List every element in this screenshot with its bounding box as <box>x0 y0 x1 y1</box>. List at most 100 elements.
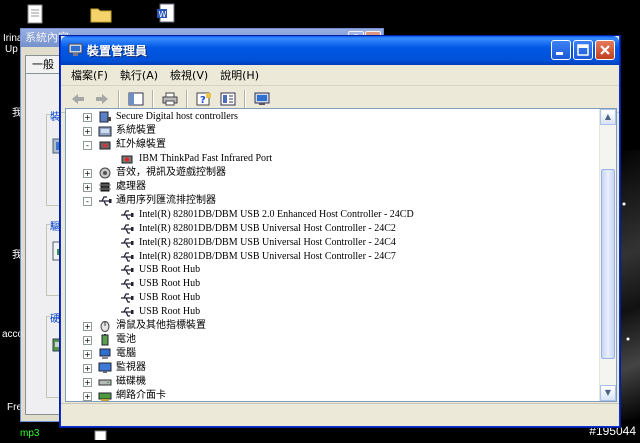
usb-device-icon <box>120 292 134 304</box>
window-title: 裝置管理員 <box>87 44 148 58</box>
device-item[interactable]: USB Root Hub <box>66 277 596 291</box>
infrared-icon <box>98 139 112 151</box>
device-label: 滑鼠及其他指標裝置 <box>116 320 206 332</box>
collapse-icon[interactable]: - <box>83 196 92 206</box>
device-label: Intel(R) 82801DB/DBM USB Universal Host … <box>139 222 396 234</box>
collapse-icon[interactable]: - <box>83 140 92 150</box>
device-label: USB Root Hub <box>139 278 201 290</box>
view-details-button[interactable] <box>217 89 239 109</box>
expand-icon[interactable]: + <box>83 168 92 178</box>
word-document-icon[interactable]: W <box>156 3 178 23</box>
device-category[interactable]: + 滑鼠及其他指標裝置 <box>66 319 596 333</box>
disk-drive-icon <box>98 376 112 388</box>
device-label: Secure Digital host controllers <box>116 111 238 122</box>
usb-icon <box>98 195 112 207</box>
sd-card-icon <box>98 111 112 123</box>
expand-icon[interactable]: + <box>83 350 92 360</box>
device-category[interactable]: - 紅外線裝置 <box>66 138 596 152</box>
menu-action[interactable]: 執行(A) <box>114 67 164 83</box>
scroll-up-button[interactable]: ▲ <box>600 109 616 125</box>
expand-icon[interactable]: + <box>83 364 92 374</box>
device-label: USB Root Hub <box>139 306 201 318</box>
device-label: Intel(R) 82801DB/DBM USB Universal Host … <box>139 250 396 262</box>
close-button[interactable] <box>595 40 615 60</box>
print-button[interactable] <box>159 89 181 109</box>
device-category[interactable]: + 電腦 <box>66 347 596 361</box>
file-icon[interactable] <box>94 430 116 442</box>
expand-icon[interactable]: + <box>83 378 92 388</box>
device-item[interactable]: IBM ThinkPad Fast Infrared Port <box>66 152 596 166</box>
device-item[interactable]: USB Root Hub <box>66 263 596 277</box>
device-tree[interactable]: + Secure Digital host controllers + 系統裝置 - 紅外… <box>65 108 617 402</box>
usb-device-icon <box>120 251 134 263</box>
network-adapter-icon <box>98 390 112 401</box>
device-category[interactable]: - 通用序列匯流排控制器 <box>66 194 596 208</box>
device-category[interactable]: + 網路介面卡 <box>66 389 596 401</box>
device-label: 系統裝置 <box>116 124 156 136</box>
expand-icon[interactable]: + <box>83 126 92 136</box>
document-icon[interactable] <box>26 4 48 24</box>
battery-icon <box>98 334 112 346</box>
tab-general[interactable]: 一般 <box>25 55 61 74</box>
device-label: 網路介面卡 <box>116 390 166 401</box>
forward-arrow-icon <box>96 94 108 104</box>
expand-icon[interactable]: + <box>83 113 92 122</box>
folder-icon[interactable] <box>90 5 112 25</box>
processor-icon <box>98 181 112 193</box>
scroll-down-button[interactable]: ▼ <box>600 385 616 401</box>
usb-device-icon <box>120 278 134 290</box>
device-category[interactable]: + 處理器 <box>66 180 596 194</box>
back-button[interactable] <box>67 89 89 109</box>
usb-device-icon <box>120 264 134 276</box>
forward-button[interactable] <box>91 89 113 109</box>
properties-button[interactable]: ? <box>193 89 215 109</box>
menu-help[interactable]: 說明(H) <box>214 67 265 83</box>
scroll-thumb[interactable] <box>601 169 615 359</box>
device-label: 紅外線裝置 <box>116 138 166 150</box>
device-label: 電腦 <box>116 348 136 360</box>
scan-hardware-icon <box>254 92 270 105</box>
device-label: 音效，視訊及遊戲控制器 <box>116 166 226 178</box>
device-category[interactable]: + 音效，視訊及遊戲控制器 <box>66 166 596 180</box>
device-label: 磁碟機 <box>116 376 146 388</box>
device-label: 處理器 <box>116 180 146 192</box>
device-item[interactable]: Intel(R) 82801DB/DBM USB Universal Host … <box>66 250 596 264</box>
menu-view[interactable]: 檢視(V) <box>164 67 214 83</box>
device-item[interactable]: Intel(R) 82801DB/DBM USB 2.0 Enhanced Ho… <box>66 208 596 222</box>
device-label: USB Root Hub <box>139 292 201 304</box>
status-bar <box>61 403 619 426</box>
console-tree-icon <box>128 92 144 106</box>
close-icon <box>600 45 610 55</box>
infrared-device-icon <box>120 153 134 165</box>
minimize-button[interactable] <box>551 40 571 60</box>
printer-icon <box>162 92 178 106</box>
toolbar-separator <box>118 90 120 108</box>
vertical-scrollbar[interactable]: ▲ ▼ <box>599 109 616 401</box>
device-category[interactable]: + 系統裝置 <box>66 124 596 138</box>
device-category[interactable]: + 電池 <box>66 333 596 347</box>
device-item[interactable]: Intel(R) 82801DB/DBM USB Universal Host … <box>66 222 596 236</box>
usb-device-icon <box>120 209 134 221</box>
device-manager-titlebar[interactable]: 裝置管理員 <box>61 36 619 65</box>
toolbar-separator <box>186 90 188 108</box>
device-label: Intel(R) 82801DB/DBM USB 2.0 Enhanced Ho… <box>139 208 414 220</box>
usb-device-icon <box>120 223 134 235</box>
device-manager-window[interactable]: 裝置管理員 檔案(F) 執行(A) 檢視(V) 說明(H) ? + Secure … <box>60 36 620 427</box>
show-hide-console-tree-button[interactable] <box>125 89 147 109</box>
device-item[interactable]: USB Root Hub <box>66 291 596 305</box>
expand-icon[interactable]: + <box>83 322 92 332</box>
device-item[interactable]: Intel(R) 82801DB/DBM USB Universal Host … <box>66 236 596 250</box>
expand-icon[interactable]: + <box>83 392 92 401</box>
maximize-icon <box>577 44 589 56</box>
device-category[interactable]: + Secure Digital host controllers <box>66 110 596 124</box>
device-manager-icon <box>68 43 83 56</box>
properties-help-icon: ? <box>196 92 211 106</box>
maximize-button[interactable] <box>573 40 593 60</box>
expand-icon[interactable]: + <box>83 336 92 346</box>
device-category[interactable]: + 監視器 <box>66 361 596 375</box>
scan-hardware-button[interactable] <box>251 89 273 109</box>
device-category[interactable]: + 磁碟機 <box>66 375 596 389</box>
expand-icon[interactable]: + <box>83 182 92 192</box>
menu-file[interactable]: 檔案(F) <box>65 67 114 83</box>
device-item[interactable]: USB Root Hub <box>66 305 596 319</box>
